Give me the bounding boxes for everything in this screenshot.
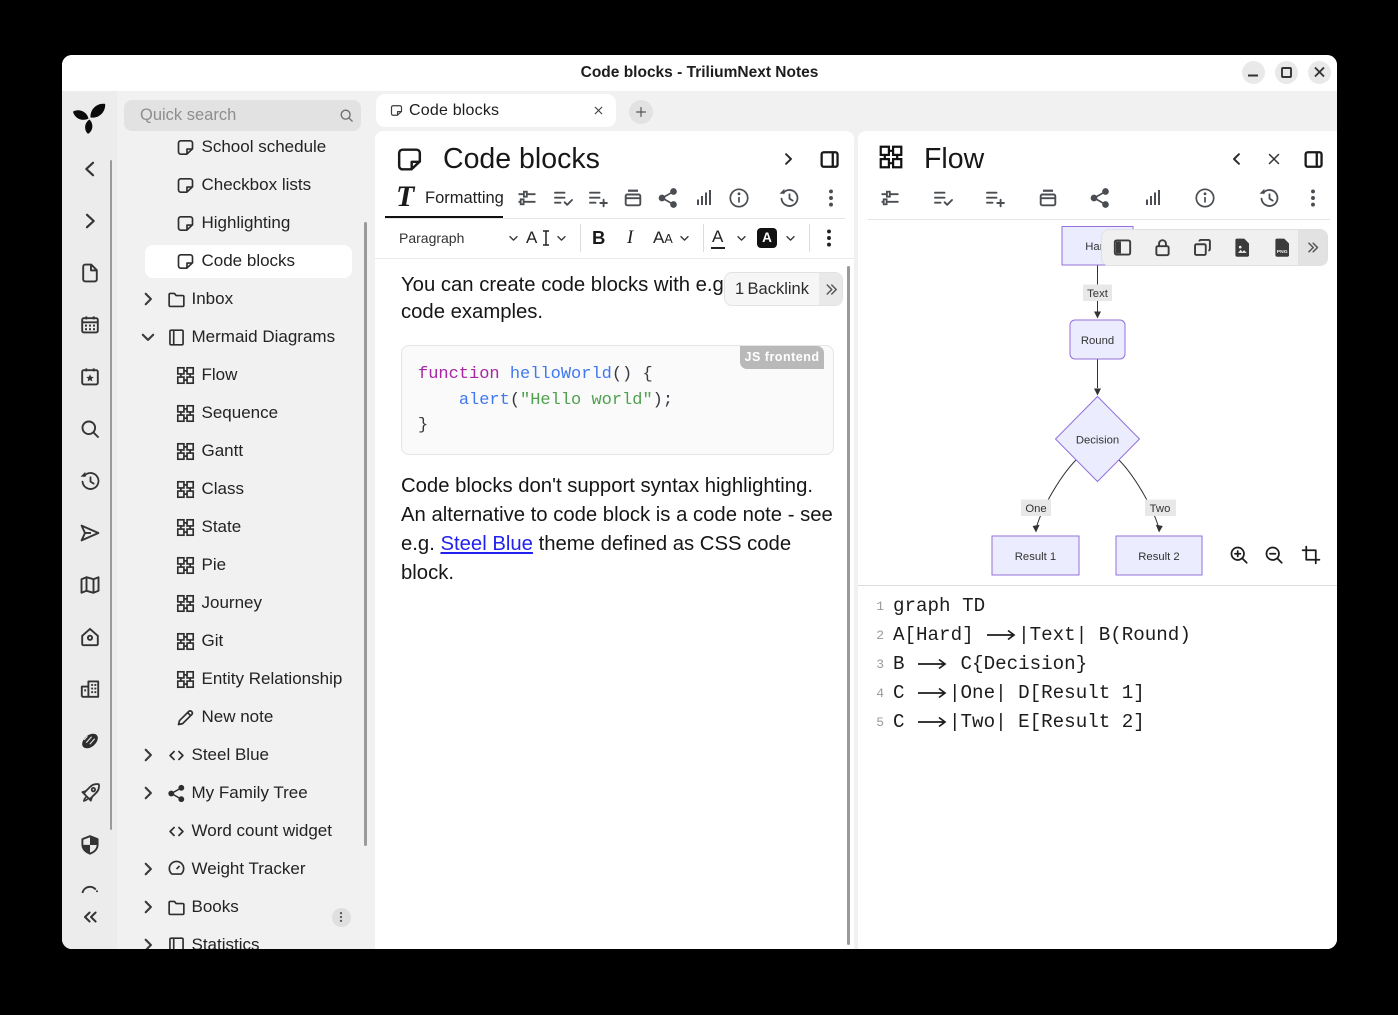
svg-text:Two: Two [1150, 503, 1171, 515]
svg-text:Text: Text [1087, 288, 1109, 300]
svg-text:Result 2: Result 2 [1138, 551, 1179, 563]
svg-text:Round: Round [1081, 335, 1114, 347]
svg-text:Result 1: Result 1 [1015, 551, 1056, 563]
svg-text:One: One [1025, 503, 1046, 515]
svg-text:Decision: Decision [1076, 435, 1119, 447]
